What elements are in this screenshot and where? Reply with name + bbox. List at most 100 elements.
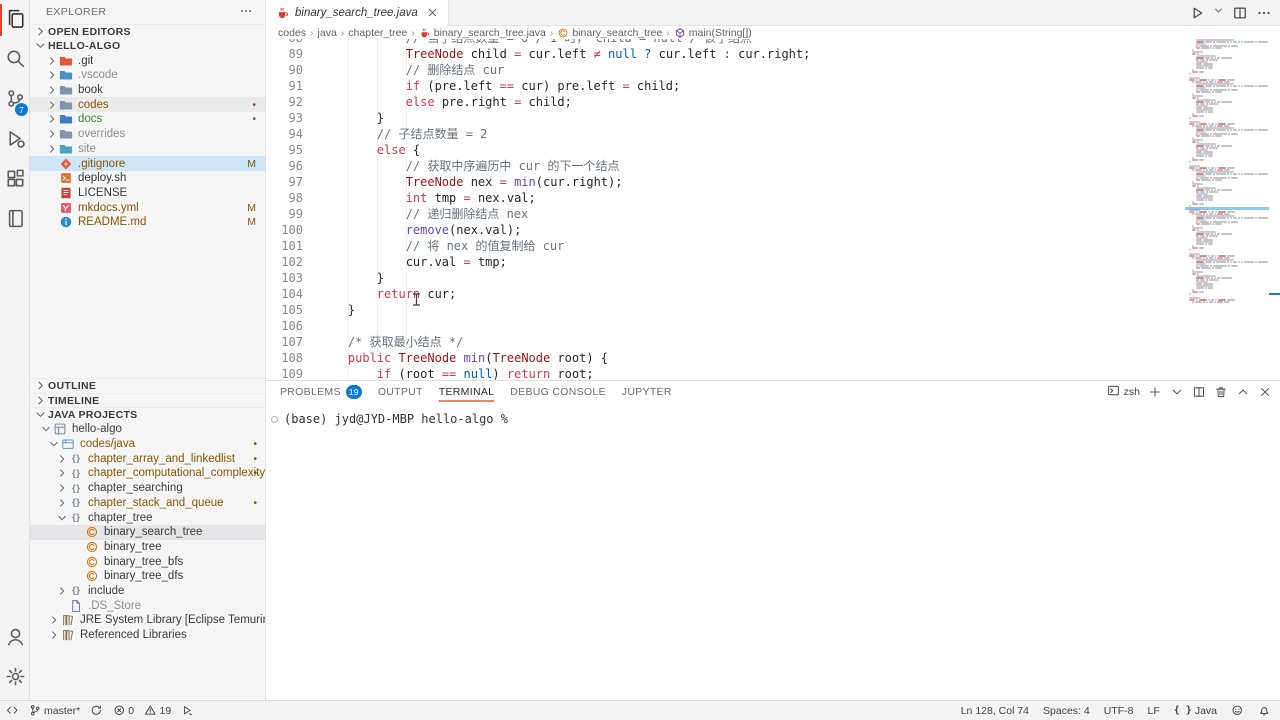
breadcrumb-label: binary_search_tree: [572, 27, 662, 39]
tree-item-chapter_computational_complexity[interactable]: { }chapter_computational_complexity•: [30, 466, 266, 481]
split-button[interactable]: [1191, 385, 1206, 400]
debug-alt-icon: [181, 704, 194, 717]
packageroot-icon: [60, 437, 75, 452]
overview-ruler[interactable]: [1269, 39, 1280, 380]
status-item-spaces-4[interactable]: Spaces: 4: [1043, 701, 1090, 720]
breadcrumb-item[interactable]: binary_search_tree.java: [419, 27, 546, 39]
terminal-shell-selector[interactable]: zsh: [1107, 384, 1140, 400]
activity-bar-item-account[interactable]: [0, 618, 30, 658]
tree-item-binary_tree_dfs[interactable]: binary_tree_dfs: [30, 569, 266, 584]
ellipsis-button[interactable]: [1256, 5, 1272, 21]
activity-bar-item-notebook[interactable]: [0, 200, 30, 240]
breadcrumb-item[interactable]: java: [318, 27, 337, 39]
status-item-error[interactable]: 0: [113, 701, 134, 720]
workspace-header[interactable]: HELLO-ALGO: [30, 39, 265, 54]
tree-item-binary_tree_bfs[interactable]: binary_tree_bfs: [30, 554, 266, 569]
tree-item-book[interactable]: book: [30, 83, 265, 98]
activity-bar-item-files[interactable]: [0, 0, 30, 40]
tree-item-license[interactable]: LICENSE: [30, 186, 265, 201]
status-item-braces-text[interactable]: { }Java: [1174, 701, 1217, 720]
tree-item-codes[interactable]: codes•: [30, 97, 265, 112]
tree-item-binary_search_tree[interactable]: binary_search_tree: [30, 525, 266, 540]
close-icon[interactable]: [426, 6, 440, 20]
terminal-icon: [1107, 384, 1120, 400]
chev-up-button[interactable]: [1235, 385, 1250, 400]
tree-item-hello-algo[interactable]: hello-algo: [30, 422, 266, 437]
editor-actions: [1189, 0, 1272, 26]
activity-bar-item-extensions[interactable]: [0, 160, 30, 200]
status-item-warn[interactable]: 19: [144, 701, 171, 720]
tree-item-include[interactable]: { }include: [30, 584, 266, 599]
tree-item-.gitignore[interactable]: .gitignoreM: [30, 156, 265, 171]
tree-item-.ds_store[interactable]: .DS_Store: [30, 598, 266, 613]
panel-tab-problems[interactable]: PROBLEMS19: [280, 381, 362, 403]
tree-item-mkdocs.yml[interactable]: mkdocs.ymlM: [30, 200, 265, 215]
tree-item-chapter_stack_and_queue[interactable]: { }chapter_stack_and_queue•: [30, 496, 266, 511]
tree-item-referencedlibraries[interactable]: Referenced Libraries: [30, 628, 266, 643]
tree-item-chapter_tree[interactable]: { }chapter_tree: [30, 510, 266, 525]
chev-down-button[interactable]: [1213, 5, 1224, 21]
java-projects-header[interactable]: JAVA PROJECTS: [30, 407, 266, 422]
split-button[interactable]: [1232, 5, 1248, 21]
trash-button[interactable]: [1213, 385, 1228, 400]
tree-item-binary_tree[interactable]: binary_tree: [30, 540, 266, 555]
tree-item-chapter_array_and_linkedlist[interactable]: { }chapter_array_and_linkedlist•: [30, 451, 266, 466]
status-item-lf[interactable]: LF: [1147, 701, 1159, 720]
activity-bar-item-search[interactable]: [0, 40, 30, 80]
tree-item-site[interactable]: site: [30, 142, 265, 157]
outline-header[interactable]: OUTLINE: [30, 378, 266, 393]
tree-item-label: include: [88, 585, 124, 597]
tree-item-codesjava[interactable]: codes/java•: [30, 437, 266, 452]
status-item-bell[interactable]: [1258, 701, 1271, 720]
chev-down-button[interactable]: [1169, 385, 1184, 400]
git-status-badge: •: [253, 497, 257, 509]
status-item-ln-128-col-74[interactable]: Ln 128, Col 74: [961, 701, 1029, 720]
error-icon: [113, 704, 126, 717]
status-item-remote[interactable]: [6, 701, 19, 720]
code-line: }: [319, 270, 1185, 286]
tree-item-overrides[interactable]: overrides: [30, 127, 265, 142]
status-item-branch[interactable]: master*: [29, 701, 81, 720]
activity-bar-item-debug[interactable]: [0, 120, 30, 160]
panel-tab-terminal[interactable]: TERMINAL: [439, 381, 495, 403]
breadcrumb-item[interactable]: binary_search_tree: [557, 27, 662, 39]
code-editor[interactable]: 8889909192939495969798991001011021031041…: [266, 39, 1280, 380]
tree-item-jresystemlibraryeclipsetemurin1717....[interactable]: JRE System Library [Eclipse Temurin 17 […: [30, 613, 266, 628]
status-item-sync[interactable]: [90, 701, 103, 720]
close-button[interactable]: [1257, 385, 1272, 400]
tree-item-readme.md[interactable]: README.mdM: [30, 215, 265, 230]
explorer-more-actions-button[interactable]: [237, 3, 255, 21]
chevron-down-icon: [34, 408, 48, 422]
breadcrumb-item[interactable]: main(String[]): [674, 27, 752, 39]
play-button[interactable]: [1189, 5, 1205, 21]
status-item-utf-8[interactable]: UTF-8: [1104, 701, 1134, 720]
activity-bar-item-scm[interactable]: 7: [0, 80, 30, 120]
tab-binary-search-tree[interactable]: binary_search_tree.java: [266, 0, 449, 26]
timeline-header[interactable]: TIMELINE: [30, 393, 266, 408]
code-line: // 当子结点数量 = 0 / 1 时， child = null / 该子结点: [319, 39, 1185, 46]
breadcrumb-item[interactable]: chapter_tree: [348, 27, 407, 39]
open-editors-header[interactable]: OPEN EDITORS: [30, 24, 265, 39]
tree-item-deploy.sh[interactable]: deploy.sh: [30, 171, 265, 186]
panel-tab-output[interactable]: OUTPUT: [378, 381, 423, 403]
panel-tab-jupyter[interactable]: JUPYTER: [622, 381, 672, 403]
panel-tab-debug-console[interactable]: DEBUG CONSOLE: [510, 381, 606, 403]
code-line: // 递归删除结点 nex: [319, 206, 1185, 222]
class-icon: [84, 525, 99, 540]
account-icon: [5, 626, 26, 650]
tree-item-label: docs: [78, 113, 102, 125]
tree-item-.vscode[interactable]: .vscode: [30, 68, 265, 83]
status-item-feedback[interactable]: [1231, 701, 1244, 720]
terminal[interactable]: (base) jyd@JYD-MBP hello-algo %: [266, 403, 1280, 426]
breadcrumb-item[interactable]: codes: [278, 27, 306, 39]
activity-bar-item-gear[interactable]: [0, 658, 30, 698]
status-item-debug-alt[interactable]: [181, 701, 194, 720]
chevron-right-icon: [56, 467, 68, 479]
tree-item-chapter_searching[interactable]: { }chapter_searching: [30, 481, 266, 496]
tree-item-docs[interactable]: docs•: [30, 112, 265, 127]
plus-button[interactable]: [1147, 385, 1162, 400]
tree-item-.git[interactable]: .git: [30, 53, 265, 68]
minimap[interactable]: [1185, 39, 1269, 380]
status-item-label: 0: [128, 705, 134, 717]
tab-title: binary_search_tree.java: [295, 7, 418, 19]
